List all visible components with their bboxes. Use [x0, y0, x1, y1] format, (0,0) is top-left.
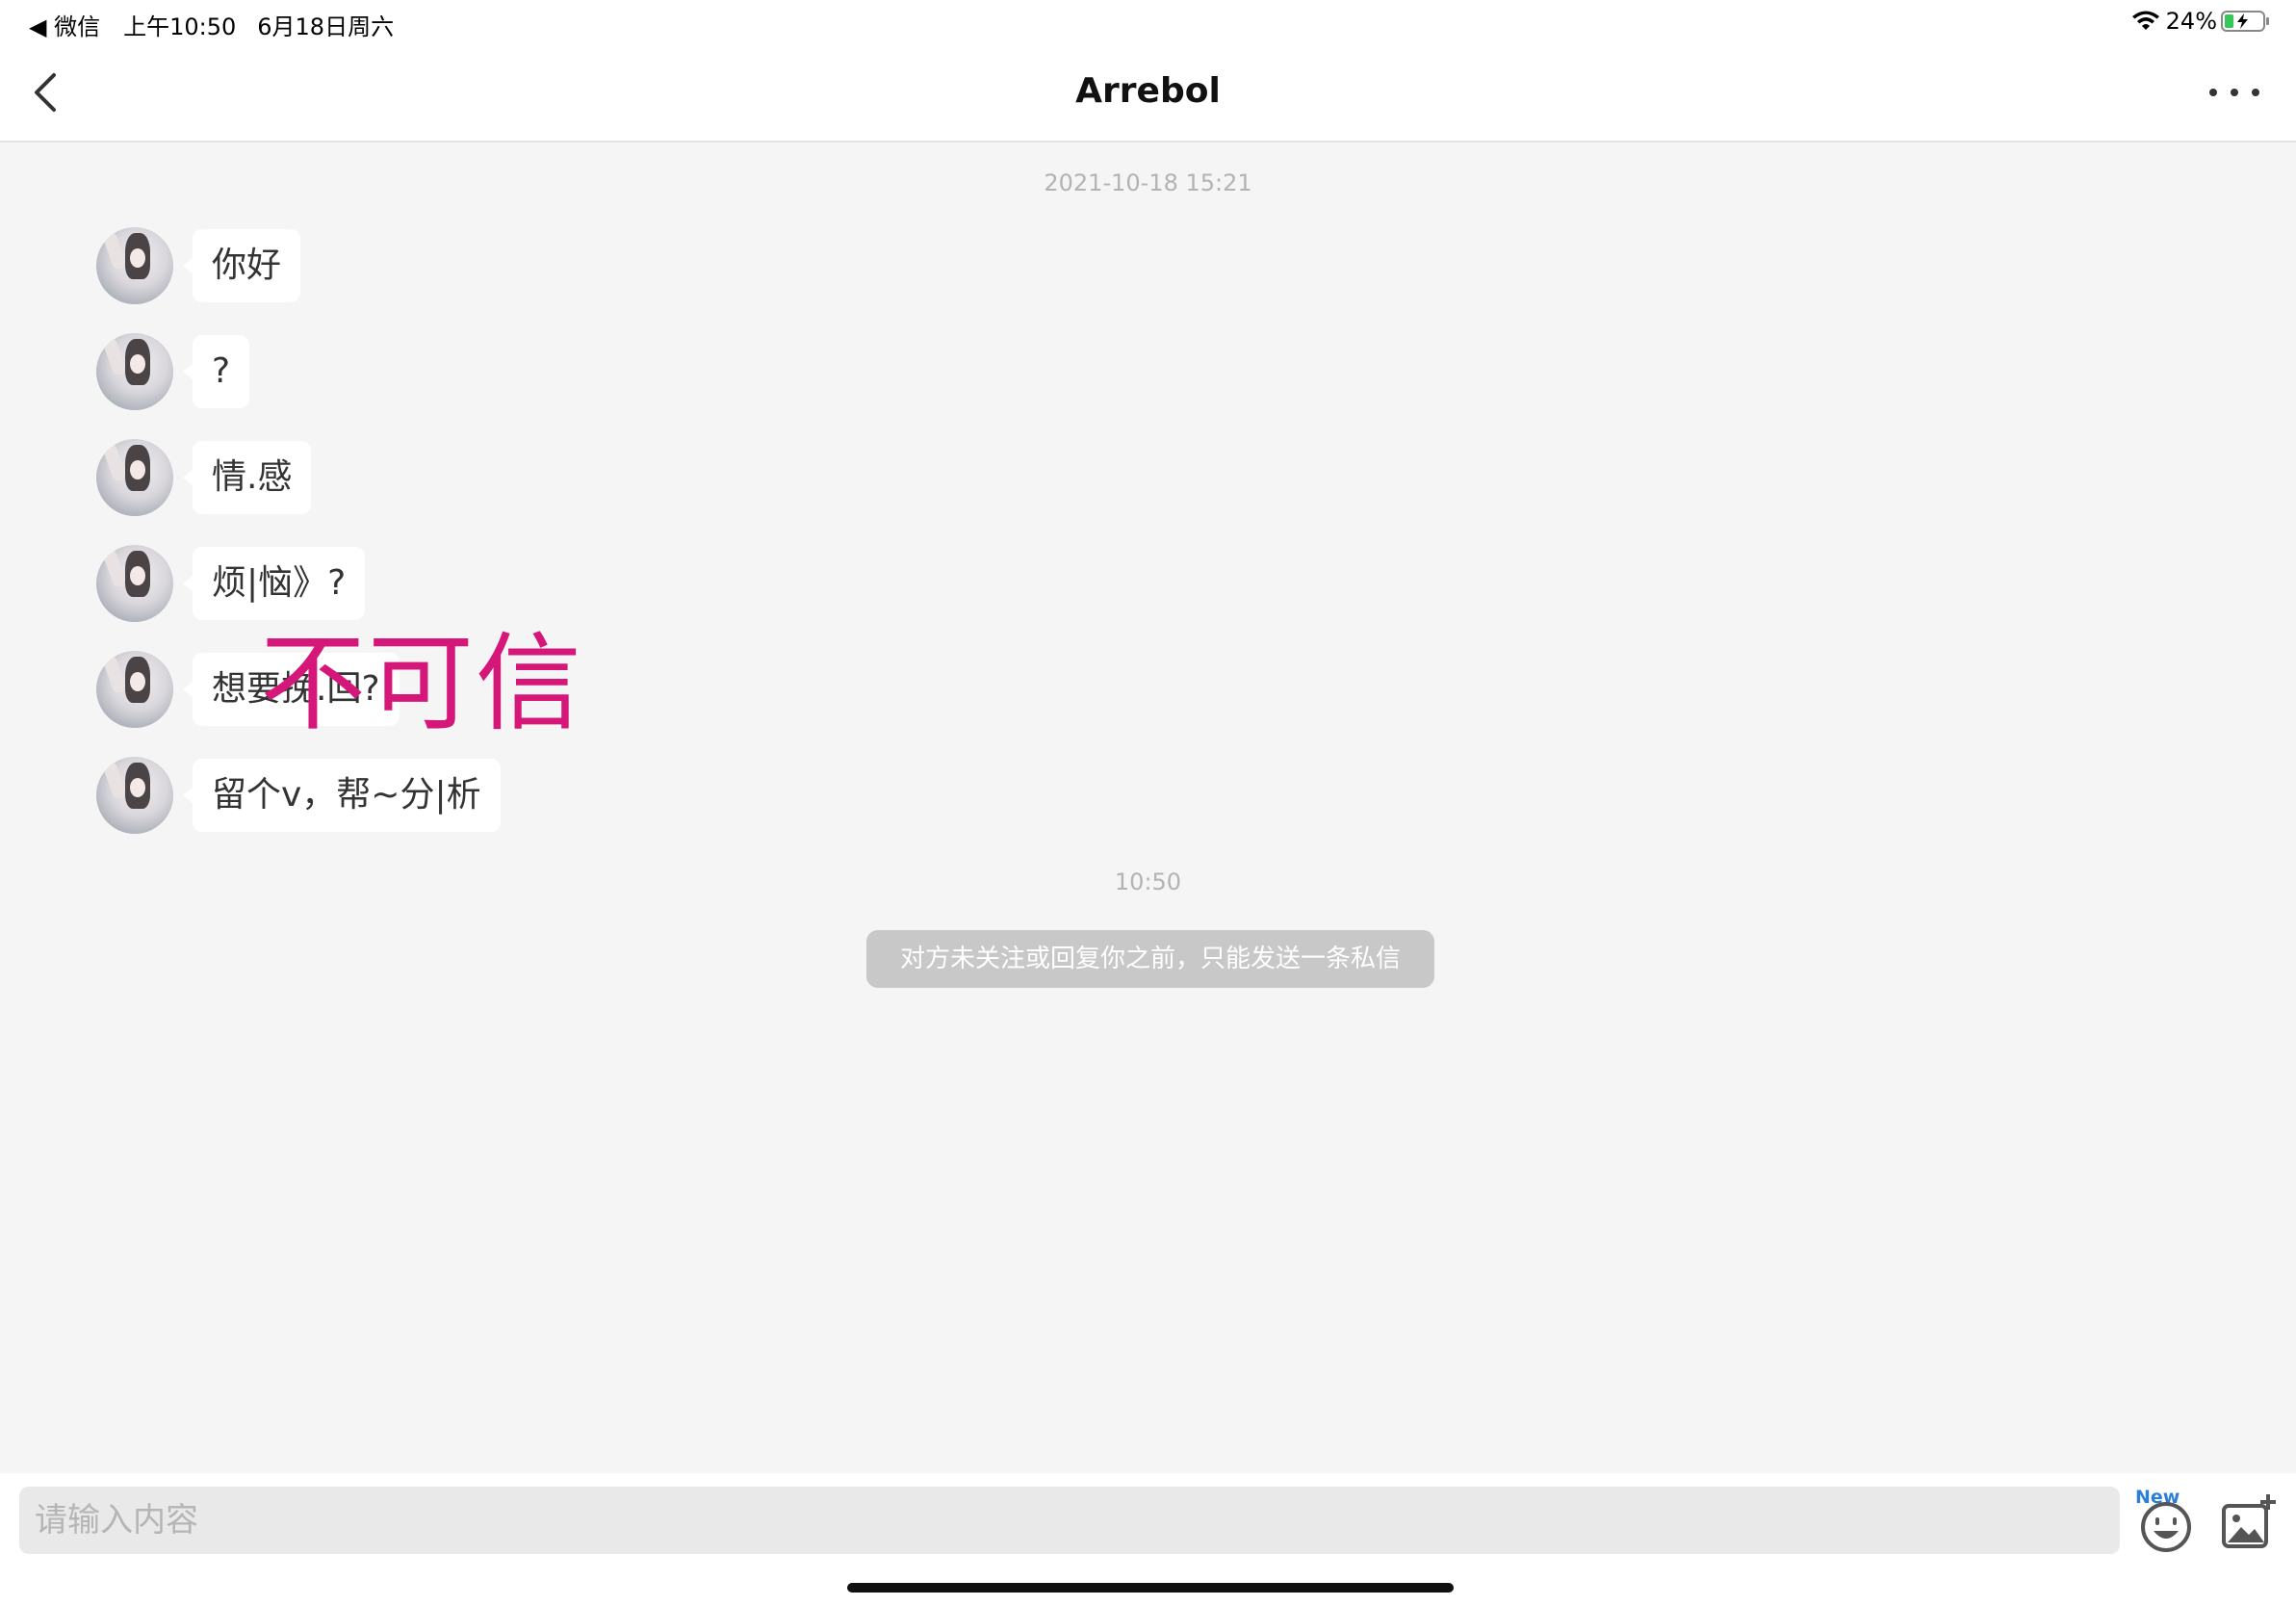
- nav-bar: Arrebol: [0, 46, 2296, 142]
- message-row: 烦|恼》?: [96, 545, 366, 622]
- status-left: ◀ 微信 上午10:50 6月18日周六: [29, 8, 394, 41]
- battery-charging-icon: [2221, 11, 2269, 32]
- message-row: 留个v，帮~分|析: [96, 757, 501, 834]
- screen: ◀ 微信 上午10:50 6月18日周六 24% Arrebol 2021-10…: [0, 0, 2296, 1606]
- message-input[interactable]: [19, 1487, 2120, 1554]
- more-dots-icon[interactable]: [2204, 73, 2265, 112]
- timestamp-divider: 10:50: [1114, 868, 1182, 895]
- avatar[interactable]: [96, 227, 173, 304]
- battery-percent: 24%: [2165, 8, 2217, 35]
- avatar[interactable]: [96, 757, 173, 834]
- message-bubble[interactable]: 留个v，帮~分|析: [183, 759, 501, 832]
- avatar[interactable]: [96, 333, 173, 410]
- back-to-app-link[interactable]: ◀ 微信: [29, 8, 100, 41]
- message-row: 你好: [96, 227, 301, 304]
- message-bubble[interactable]: ?: [182, 335, 250, 408]
- status-time: 上午10:50: [123, 13, 237, 40]
- message-bubble[interactable]: 烦|恼》?: [182, 547, 366, 620]
- timestamp-divider: 2021-10-18 15:21: [1044, 169, 1252, 196]
- add-image-icon[interactable]: [2220, 1492, 2278, 1552]
- emoji-icon[interactable]: [2137, 1483, 2197, 1556]
- chat-area[interactable]: 2021-10-18 15:21 你好 ? 情.感 烦|恼》? 想要挽.回? 留…: [0, 144, 2296, 1473]
- watermark-annotation: 不可信: [260, 622, 583, 745]
- wifi-icon: [2131, 11, 2159, 30]
- status-right: 24%: [2131, 8, 2271, 35]
- system-notice: 对方未关注或回复你之前，只能发送一条私信: [866, 930, 1434, 988]
- page-title: Arrebol: [1075, 71, 1221, 111]
- message-bubble[interactable]: 你好: [182, 229, 301, 302]
- avatar[interactable]: [96, 439, 173, 516]
- message-row: 情.感: [96, 439, 312, 516]
- status-date: 6月18日周六: [257, 13, 395, 40]
- message-row: ?: [96, 333, 250, 410]
- input-bar: New: [0, 1473, 2296, 1606]
- status-bar: ◀ 微信 上午10:50 6月18日周六 24%: [0, 0, 2296, 46]
- avatar[interactable]: [96, 651, 173, 728]
- home-indicator[interactable]: [847, 1583, 1454, 1593]
- message-bubble[interactable]: 情.感: [182, 441, 312, 514]
- avatar[interactable]: [96, 545, 173, 622]
